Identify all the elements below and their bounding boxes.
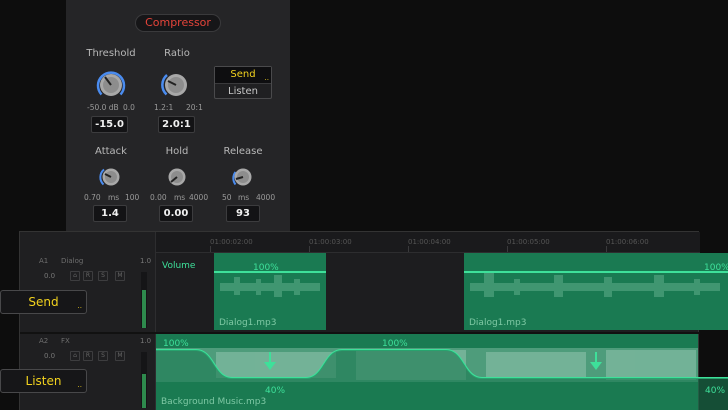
track-a1-name[interactable]: Dialog: [61, 257, 83, 265]
ruler-tick: [210, 246, 211, 252]
attack-min: 0.70: [84, 193, 101, 202]
attack-max: 100: [125, 193, 140, 202]
track-a2-record-button[interactable]: R: [83, 351, 93, 361]
music-level-high-2: 100%: [382, 339, 408, 349]
release-max: 4000: [256, 193, 276, 202]
listen-button[interactable]: Listen ‥: [0, 369, 87, 393]
compressor-title: Compressor: [135, 14, 221, 32]
music-level-low-1: 40%: [265, 386, 286, 396]
ratio-min: 1.2:1: [154, 103, 174, 112]
meter-fill: [142, 374, 146, 408]
hold-unit: ms: [174, 193, 186, 202]
hold-min: 0.00: [150, 193, 167, 202]
track-a2-volume: 1.0: [140, 337, 152, 345]
dialog-clip-1-name: Dialog1.mp3: [219, 318, 277, 328]
release-knob[interactable]: [230, 164, 256, 190]
hold-max: 4000: [189, 193, 209, 202]
corner-dots-icon: ‥: [77, 381, 82, 389]
threshold-value[interactable]: -15.0: [91, 116, 128, 133]
dialog-clip-2-name: Dialog1.mp3: [469, 318, 527, 328]
timecode-2: 01:00:03:00: [309, 238, 352, 246]
corner-dots-icon: ‥: [264, 74, 269, 82]
send-button[interactable]: Send ‥: [0, 290, 87, 314]
track-a1-mute-button[interactable]: M: [115, 271, 125, 281]
release-unit: ms: [238, 193, 250, 202]
dialog-level-b: 100%: [704, 263, 728, 273]
hold-knob[interactable]: [164, 164, 190, 190]
send-button-label: Send: [28, 295, 59, 309]
threshold-knob[interactable]: [94, 68, 128, 102]
threshold-label: Threshold: [86, 48, 136, 59]
ruler-tick: [507, 246, 508, 252]
ruler-tick: [606, 246, 607, 252]
lock-icon[interactable]: ⌂: [70, 271, 80, 281]
meter-fill: [142, 290, 146, 328]
release-value[interactable]: 93: [226, 205, 260, 222]
volume-envelope-label: Volume: [162, 261, 196, 271]
track-a2-level: 0.0: [44, 352, 56, 360]
compressor-panel: Compressor Threshold -50.0 dB 0.0 -15.0 …: [66, 0, 290, 236]
lock-icon[interactable]: ⌂: [70, 351, 80, 361]
timecode-ruler[interactable]: 01:00:02:00 01:00:03:00 01:00:04:00 01:0…: [156, 232, 700, 253]
release-label: Release: [223, 146, 263, 157]
timecode-3: 01:00:04:00: [408, 238, 451, 246]
attack-label: Attack: [95, 146, 127, 157]
hold-label: Hold: [165, 146, 189, 157]
track-a1-record-button[interactable]: R: [83, 271, 93, 281]
ratio-knob[interactable]: [159, 68, 193, 102]
track-a2-meter: [141, 352, 147, 408]
track-a1-level: 0.0: [44, 272, 56, 280]
dialog-level-a: 100%: [253, 263, 279, 273]
track-a1-meter: [141, 272, 147, 328]
attack-knob[interactable]: [98, 164, 124, 190]
timecode-1: 01:00:02:00: [210, 238, 253, 246]
attack-value[interactable]: 1.4: [93, 205, 127, 222]
ratio-label: Ratio: [164, 48, 190, 59]
timecode-4: 01:00:05:00: [507, 238, 550, 246]
music-clip-name: Background Music.mp3: [161, 397, 267, 407]
mode-selector: Send ‥ Listen: [214, 66, 272, 99]
corner-dots-icon: ‥: [77, 302, 82, 310]
attack-unit: ms: [108, 193, 120, 202]
threshold-max: 0.0: [123, 103, 135, 112]
timecode-5: 01:00:06:00: [606, 238, 649, 246]
track-a1-id: A1: [39, 257, 49, 265]
mode-send-option[interactable]: Send ‥: [215, 67, 271, 83]
threshold-min: -50.0 dB: [87, 103, 119, 112]
hold-value[interactable]: 0.00: [159, 205, 193, 222]
track-a1-solo-button[interactable]: S: [98, 271, 108, 281]
ruler-tick: [309, 246, 310, 252]
ruler-tick: [408, 246, 409, 252]
music-level-low-2: 40%: [705, 386, 726, 396]
mode-listen-option[interactable]: Listen: [215, 83, 271, 98]
track-a2-mute-button[interactable]: M: [115, 351, 125, 361]
track-a2-id: A2: [39, 337, 49, 345]
listen-button-label: Listen: [25, 374, 62, 388]
release-min: 50: [222, 193, 232, 202]
ratio-value[interactable]: 2.0:1: [158, 116, 195, 133]
track-a1-volume: 1.0: [140, 257, 152, 265]
track-a2-name[interactable]: FX: [61, 337, 70, 345]
music-level-high-1: 100%: [163, 339, 189, 349]
mode-send-label: Send: [230, 69, 256, 80]
ratio-max: 20:1: [186, 103, 203, 112]
track-a2-solo-button[interactable]: S: [98, 351, 108, 361]
